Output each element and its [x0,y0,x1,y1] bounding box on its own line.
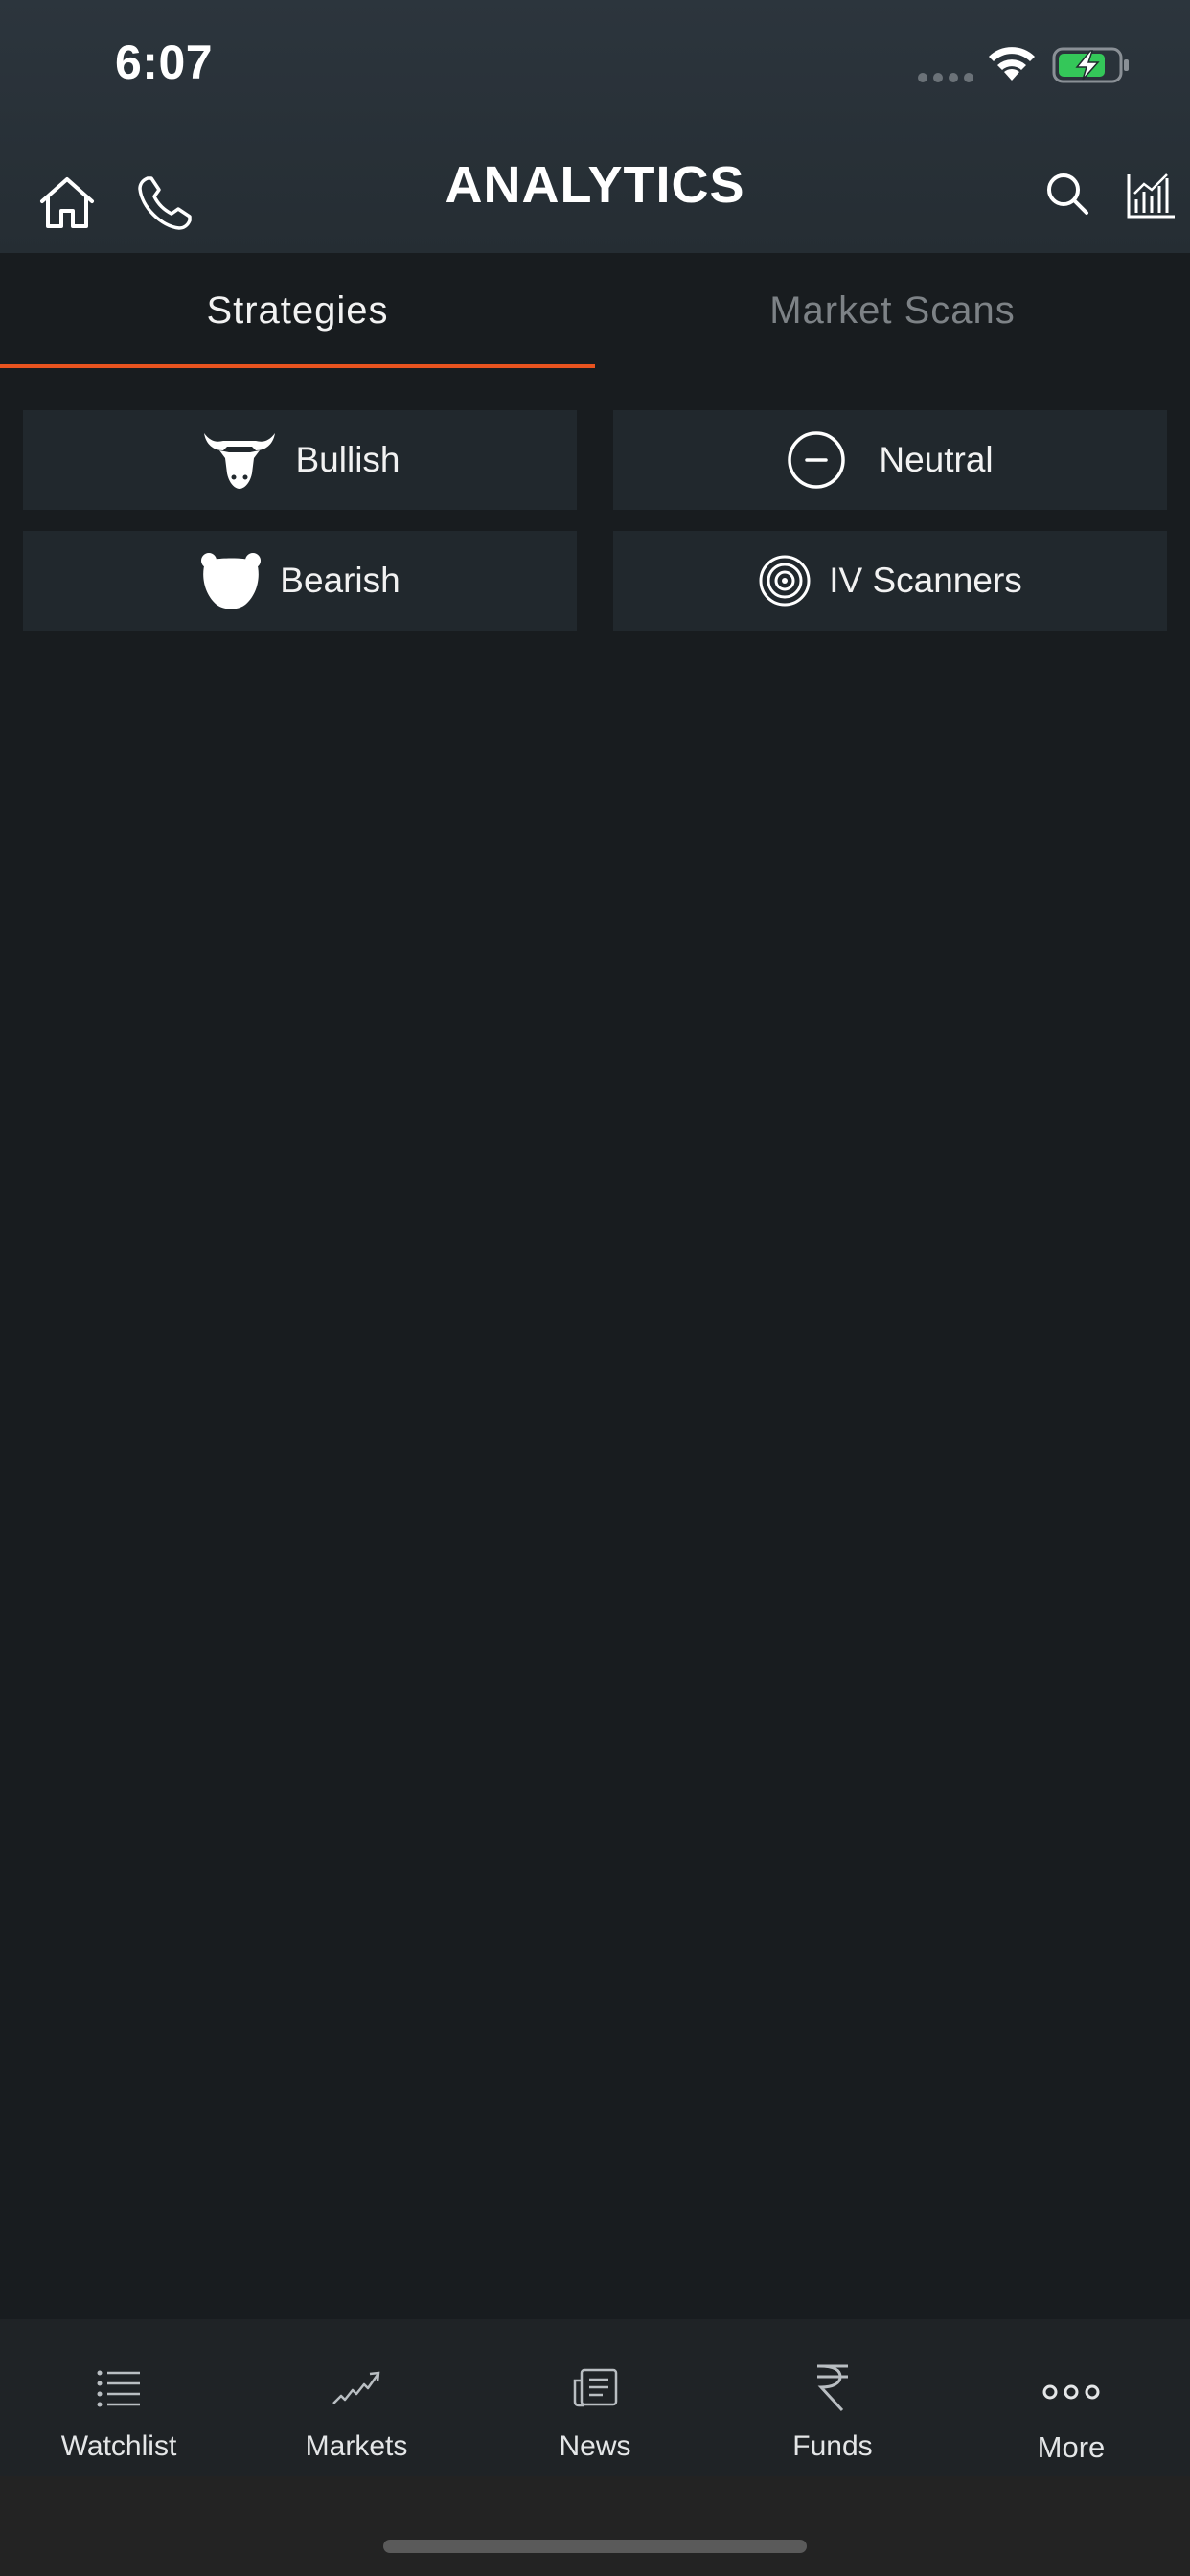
list-icon [96,2359,142,2417]
tab-market-scans[interactable]: Market Scans [595,253,1190,368]
home-indicator[interactable] [383,2540,807,2553]
newspaper-icon [572,2359,618,2417]
rupee-icon [813,2359,852,2417]
home-indicator-area [0,2476,1190,2576]
page-title: ANALYTICS [445,156,745,214]
chart-icon[interactable] [1123,165,1184,226]
nav-markets[interactable]: Markets [238,2319,475,2476]
nav-watchlist-label: Watchlist [60,2430,177,2462]
analytics-screen: 6:07 ANALYTICS Strategies Market Scans B… [0,0,1190,2576]
battery-charging-icon [1052,47,1129,83]
bear-icon [199,551,263,610]
bull-icon [200,429,279,491]
nav-more-label: More [1037,2430,1106,2464]
iv-scanners-label: IV Scanners [829,561,1022,600]
more-dots-icon [1041,2359,1102,2417]
nav-funds[interactable]: Funds [714,2319,951,2476]
tab-bar: Strategies Market Scans [0,253,1190,368]
nav-watchlist[interactable]: Watchlist [0,2319,238,2476]
iv-scanners-button[interactable]: IV Scanners [613,531,1167,631]
neutral-label: Neutral [879,440,994,479]
app-header: 6:07 ANALYTICS [0,0,1190,253]
bullish-button[interactable]: Bullish [23,410,577,510]
target-icon [758,554,812,608]
nav-funds-label: Funds [792,2430,873,2462]
bottom-nav: Watchlist Markets News Funds More [0,2319,1190,2476]
nav-more[interactable]: More [952,2319,1190,2476]
nav-markets-label: Markets [305,2430,408,2462]
status-time: 6:07 [115,35,214,89]
search-icon[interactable] [1039,165,1100,226]
nav-news[interactable]: News [476,2319,714,2476]
bearish-label: Bearish [280,561,400,600]
cellular-signal-icon [918,73,973,82]
neutral-button[interactable]: Neutral [613,410,1167,510]
tab-strategies[interactable]: Strategies [0,253,595,368]
minus-circle-icon [787,430,846,490]
bearish-button[interactable]: Bearish [23,531,577,631]
nav-news-label: News [559,2430,631,2462]
trend-icon [332,2359,381,2417]
wifi-icon [989,47,1035,80]
active-tab-indicator [0,364,595,368]
bullish-label: Bullish [295,440,400,479]
